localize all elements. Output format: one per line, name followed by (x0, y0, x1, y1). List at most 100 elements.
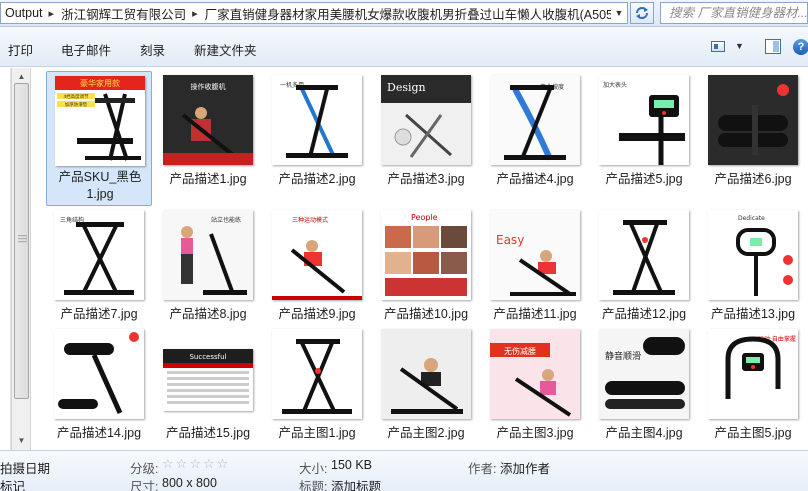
file-thumbnail: 运动·自由掌握 (708, 329, 798, 419)
file-name[interactable]: 产品描述15.jpg (155, 425, 261, 442)
scroll-down-icon[interactable]: ▼ (13, 434, 30, 448)
file-item-desc10[interactable]: People 产品描述10.jpg (373, 206, 479, 326)
dimensions-label: 尺寸: (130, 480, 159, 491)
file-name[interactable]: 产品描述7.jpg (46, 306, 152, 323)
file-name[interactable]: 产品SKU_黑色1.jpg (47, 169, 153, 203)
file-item-main5[interactable]: 运动·自由掌握 产品主图5.jpg (700, 325, 806, 445)
breadcrumb-separator-icon[interactable]: ▸ (46, 7, 58, 20)
new-folder-button[interactable]: 新建文件夹 (194, 40, 257, 59)
star-icon[interactable]: ☆ (176, 456, 188, 472)
file-name[interactable]: 产品描述6.jpg (700, 171, 806, 188)
file-name[interactable]: 产品描述3.jpg (373, 171, 479, 188)
file-name[interactable]: 产品主图4.jpg (591, 425, 697, 442)
address-bar: Output ▸ 浙江钢辉工贸有限公司 ▸ 厂家直销健身器材家用美腰机女爆款收腹… (0, 0, 808, 27)
search-input[interactable]: 搜索 厂家直销健身器材... (660, 2, 808, 24)
file-thumbnail: 三种运动模式 (272, 210, 362, 300)
file-item-desc7[interactable]: 三角结构 产品描述7.jpg (46, 206, 152, 326)
thumb-banner: Successful (189, 353, 226, 361)
burn-button[interactable]: 刻录 (140, 40, 165, 59)
help-icon[interactable]: ? (793, 39, 808, 55)
file-name[interactable]: 产品描述14.jpg (46, 425, 152, 442)
breadcrumb[interactable]: Output ▸ 浙江钢辉工贸有限公司 ▸ 厂家直销健身器材家用美腰机女爆款收腹… (0, 2, 628, 24)
address-history-dropdown-icon[interactable]: ▼ (611, 3, 627, 23)
thumb-line: 加厚防滑垫 (65, 101, 88, 108)
file-name[interactable]: 产品描述13.jpg (700, 306, 806, 323)
file-name[interactable]: 产品描述1.jpg (155, 171, 261, 188)
file-item-desc4[interactable]: 弯曲坡度 产品描述4.jpg (482, 71, 588, 191)
star-icon[interactable]: ☆ (189, 456, 201, 472)
file-item-desc6[interactable]: 产品描述6.jpg (700, 71, 806, 191)
file-name[interactable]: 产品描述2.jpg (264, 171, 370, 188)
file-item-desc13[interactable]: Dedicate 产品描述13.jpg (700, 206, 806, 326)
file-name[interactable]: 产品主图5.jpg (700, 425, 806, 442)
thumb-banner: 豪华家用款 (80, 78, 120, 88)
file-item-main2[interactable]: 产品主图2.jpg (373, 325, 479, 445)
file-item-desc8[interactable]: 站立也能练 产品描述8.jpg (155, 206, 261, 326)
file-thumbnail: 无伤减腰 (490, 329, 580, 419)
grip-icon: — — — (18, 230, 27, 246)
file-thumbnail: Design (381, 75, 471, 165)
file-name[interactable]: 产品描述9.jpg (264, 306, 370, 323)
file-item-desc1[interactable]: 操作收腹机 产品描述1.jpg (155, 71, 261, 191)
file-name[interactable]: 产品描述4.jpg (482, 171, 588, 188)
preview-pane-icon[interactable] (765, 39, 781, 54)
file-item-desc11[interactable]: Easy 产品描述11.jpg (482, 206, 588, 326)
navigation-pane (0, 68, 11, 450)
breadcrumb-output[interactable]: Output (1, 6, 46, 20)
file-name[interactable]: 产品描述5.jpg (591, 171, 697, 188)
author-field[interactable]: 添加作者 (500, 458, 550, 477)
file-item-desc15[interactable]: Successful 产品描述15.jpg (155, 325, 261, 445)
size-label: 大小: (299, 462, 328, 476)
file-name[interactable]: 产品主图1.jpg (264, 425, 370, 442)
file-thumbnail: 静音顺滑 (599, 329, 689, 419)
date-taken-label: 拍摄日期 (0, 462, 51, 476)
file-item-main1[interactable]: 产品主图1.jpg (264, 325, 370, 445)
file-name[interactable]: 产品描述11.jpg (482, 306, 588, 323)
thumb-banner: 站立也能练 (211, 216, 241, 224)
thumb-banner: 无伤减腰 (504, 346, 536, 356)
file-item-desc14[interactable]: 产品描述14.jpg (46, 325, 152, 445)
file-name[interactable]: 产品描述12.jpg (591, 306, 697, 323)
file-item-desc3[interactable]: Design 产品描述3.jpg (373, 71, 479, 191)
title-field[interactable]: 添加标题 (331, 476, 381, 491)
refresh-button[interactable] (630, 2, 654, 24)
breadcrumb-company[interactable]: 浙江钢辉工贸有限公司 (57, 4, 189, 23)
breadcrumb-current-folder[interactable]: 厂家直销健身器材家用美腰机女爆款收腹机男折叠过山车懒人收腹机(A505) (201, 4, 621, 23)
print-button[interactable]: 打印 (8, 40, 33, 59)
thumb-banner: 静音顺滑 (605, 350, 641, 362)
file-thumbnail (381, 329, 471, 419)
rating-stars[interactable]: ☆ ☆ ☆ ☆ ☆ (162, 456, 230, 472)
star-icon[interactable]: ☆ (203, 456, 215, 472)
dimensions-value: 800 x 800 (162, 476, 217, 490)
file-item-main3[interactable]: 无伤减腰 产品主图3.jpg (482, 325, 588, 445)
file-item-main4[interactable]: 静音顺滑 产品主图4.jpg (591, 325, 697, 445)
file-thumbnail: People (381, 210, 471, 300)
file-item-desc2[interactable]: 一机多用 产品描述2.jpg (264, 71, 370, 191)
email-button[interactable]: 电子邮件 (61, 40, 111, 59)
file-item-desc12[interactable]: 产品描述12.jpg (591, 206, 697, 326)
file-name[interactable]: 产品描述8.jpg (155, 306, 261, 323)
file-item-desc5[interactable]: 加大表头 产品描述5.jpg (591, 71, 697, 191)
file-thumbnail: 弯曲坡度 (490, 75, 580, 165)
view-options-icon[interactable] (711, 41, 725, 52)
command-bar: 打印 电子邮件 刻录 新建文件夹 ▼ ? (0, 27, 808, 67)
file-item-desc9[interactable]: 三种运动模式 产品描述9.jpg (264, 206, 370, 326)
breadcrumb-separator-icon[interactable]: ▸ (189, 7, 201, 20)
file-thumbnail: 站立也能练 (163, 210, 253, 300)
file-thumbnail (599, 210, 689, 300)
file-name[interactable]: 产品主图3.jpg (482, 425, 588, 442)
file-name[interactable]: 产品描述10.jpg (373, 306, 479, 323)
scroll-up-icon[interactable]: ▲ (13, 70, 30, 84)
file-item-sku[interactable]: 豪华家用款 4挡高度调节 加厚防滑垫 产品SKU_黑色1.jpg (46, 71, 152, 206)
file-grid[interactable]: 豪华家用款 4挡高度调节 加厚防滑垫 产品SKU_黑色1.jpg 操作收腹机 产… (32, 68, 808, 450)
view-dropdown-icon[interactable]: ▼ (735, 41, 744, 51)
title-label: 标题: (299, 480, 328, 491)
star-icon[interactable]: ☆ (162, 456, 174, 472)
file-thumbnail: 加大表头 (599, 75, 689, 165)
file-thumbnail (272, 329, 362, 419)
file-name[interactable]: 产品主图2.jpg (373, 425, 479, 442)
star-icon[interactable]: ☆ (217, 456, 229, 472)
scrollbar-thumb[interactable]: — — — (14, 83, 29, 399)
pane-scrollbar[interactable]: ▲ — — — ▼ (11, 68, 31, 450)
thumb-banner: Dedicate (738, 215, 765, 222)
